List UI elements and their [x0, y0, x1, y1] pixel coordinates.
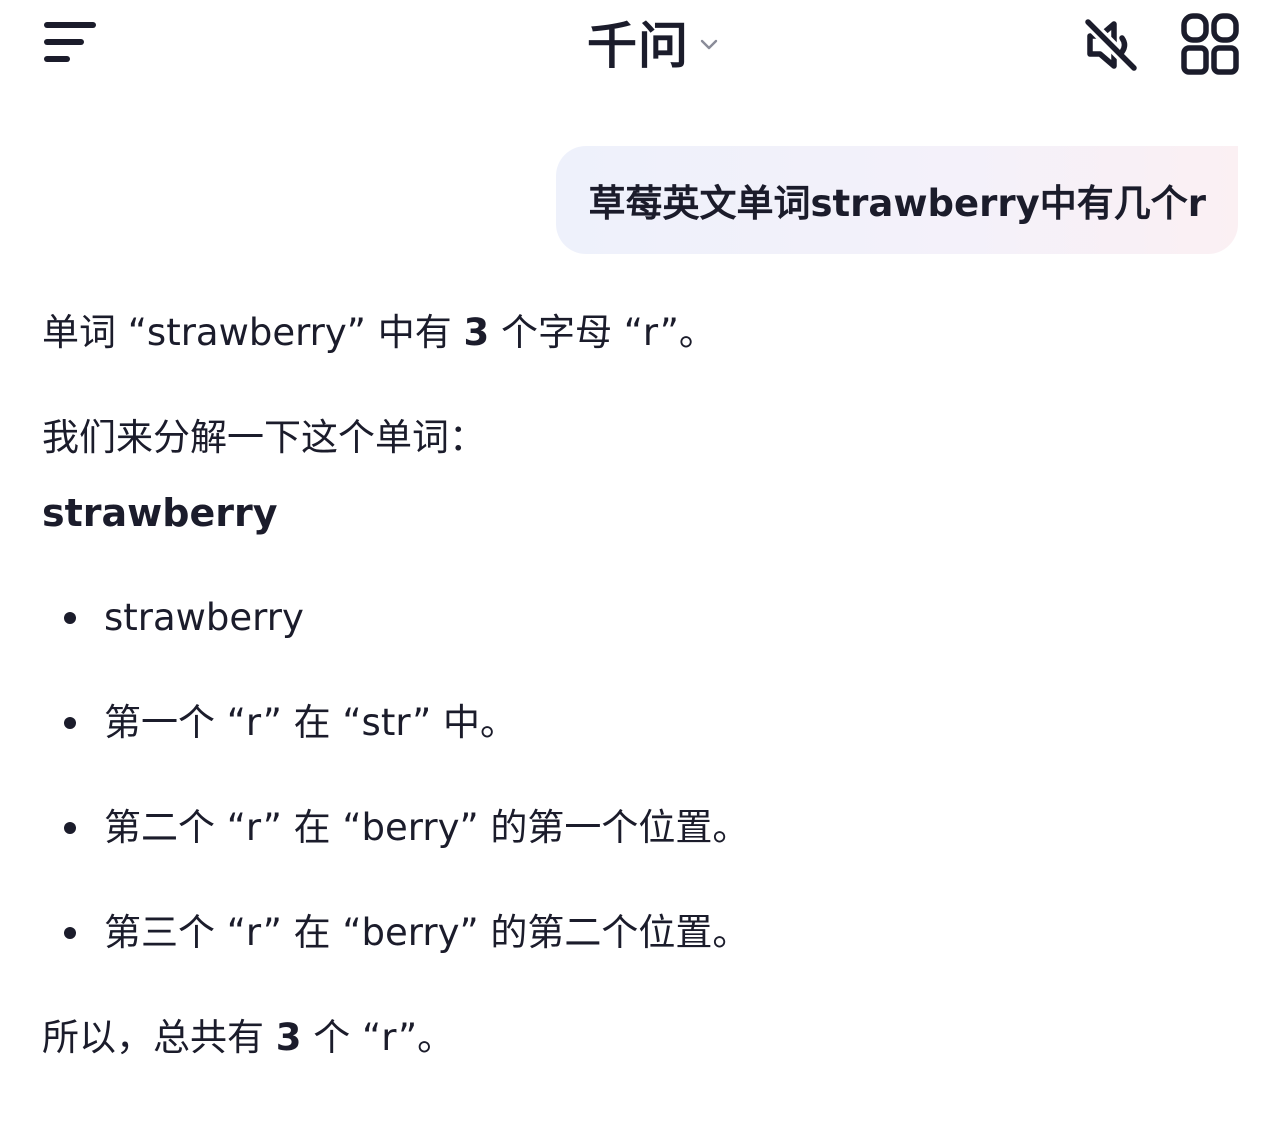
list-item-text: strawberry: [104, 596, 304, 639]
answer-line-1-count: 3: [463, 311, 490, 354]
bullet-dot: [64, 822, 76, 834]
top-bar: 千问: [0, 0, 1278, 90]
app-title: 千问: [587, 17, 689, 75]
user-message-bubble[interactable]: 草莓英文单词strawberry中有几个r: [556, 146, 1238, 254]
list-item: 第一个 “r” 在 “str” 中。: [64, 698, 517, 748]
menu-icon[interactable]: [40, 18, 102, 68]
answer-line-1-prefix: 单词 “strawberry” 中有: [42, 311, 464, 354]
list-item-text: 第三个 “r” 在 “berry” 的第二个位置。: [104, 911, 750, 954]
list-item-text: 第一个 “r” 在 “str” 中。: [104, 701, 518, 744]
menu-bar-1: [44, 22, 96, 28]
summary-suffix: 个 “r”。: [301, 1016, 455, 1059]
speaker-muted-icon[interactable]: [1080, 14, 1142, 76]
list-item-text: 第二个 “r” 在 “berry” 的第一个位置。: [104, 806, 750, 849]
summary-prefix: 所以，总共有: [42, 1016, 276, 1059]
chevron-down-icon: [700, 39, 718, 50]
menu-bar-3: [44, 56, 70, 62]
answer-line-1-suffix: 个字母 “r”。: [489, 311, 716, 354]
answer-line-1: 单词 “strawberry” 中有 3 个字母 “r”。: [42, 308, 716, 358]
menu-bar-2: [44, 39, 84, 45]
bullet-dot: [64, 717, 76, 729]
list-item: strawberry: [64, 593, 304, 643]
list-item: 第三个 “r” 在 “berry” 的第二个位置。: [64, 908, 749, 958]
answer-line-2: 我们来分解一下这个单词：: [42, 416, 486, 459]
model-selector-button[interactable]: 千问: [559, 6, 719, 78]
answer-summary: 所以，总共有 3 个 “r”。: [42, 1013, 454, 1063]
bullet-dot: [64, 927, 76, 939]
list-item: 第二个 “r” 在 “berry” 的第一个位置。: [64, 803, 749, 853]
user-message-text: 草莓英文单词strawberry中有几个r: [588, 182, 1206, 225]
summary-count: 3: [275, 1016, 302, 1059]
bullet-dot: [64, 612, 76, 624]
word-heading: strawberry: [42, 491, 278, 535]
grid-apps-icon[interactable]: [1178, 12, 1242, 76]
